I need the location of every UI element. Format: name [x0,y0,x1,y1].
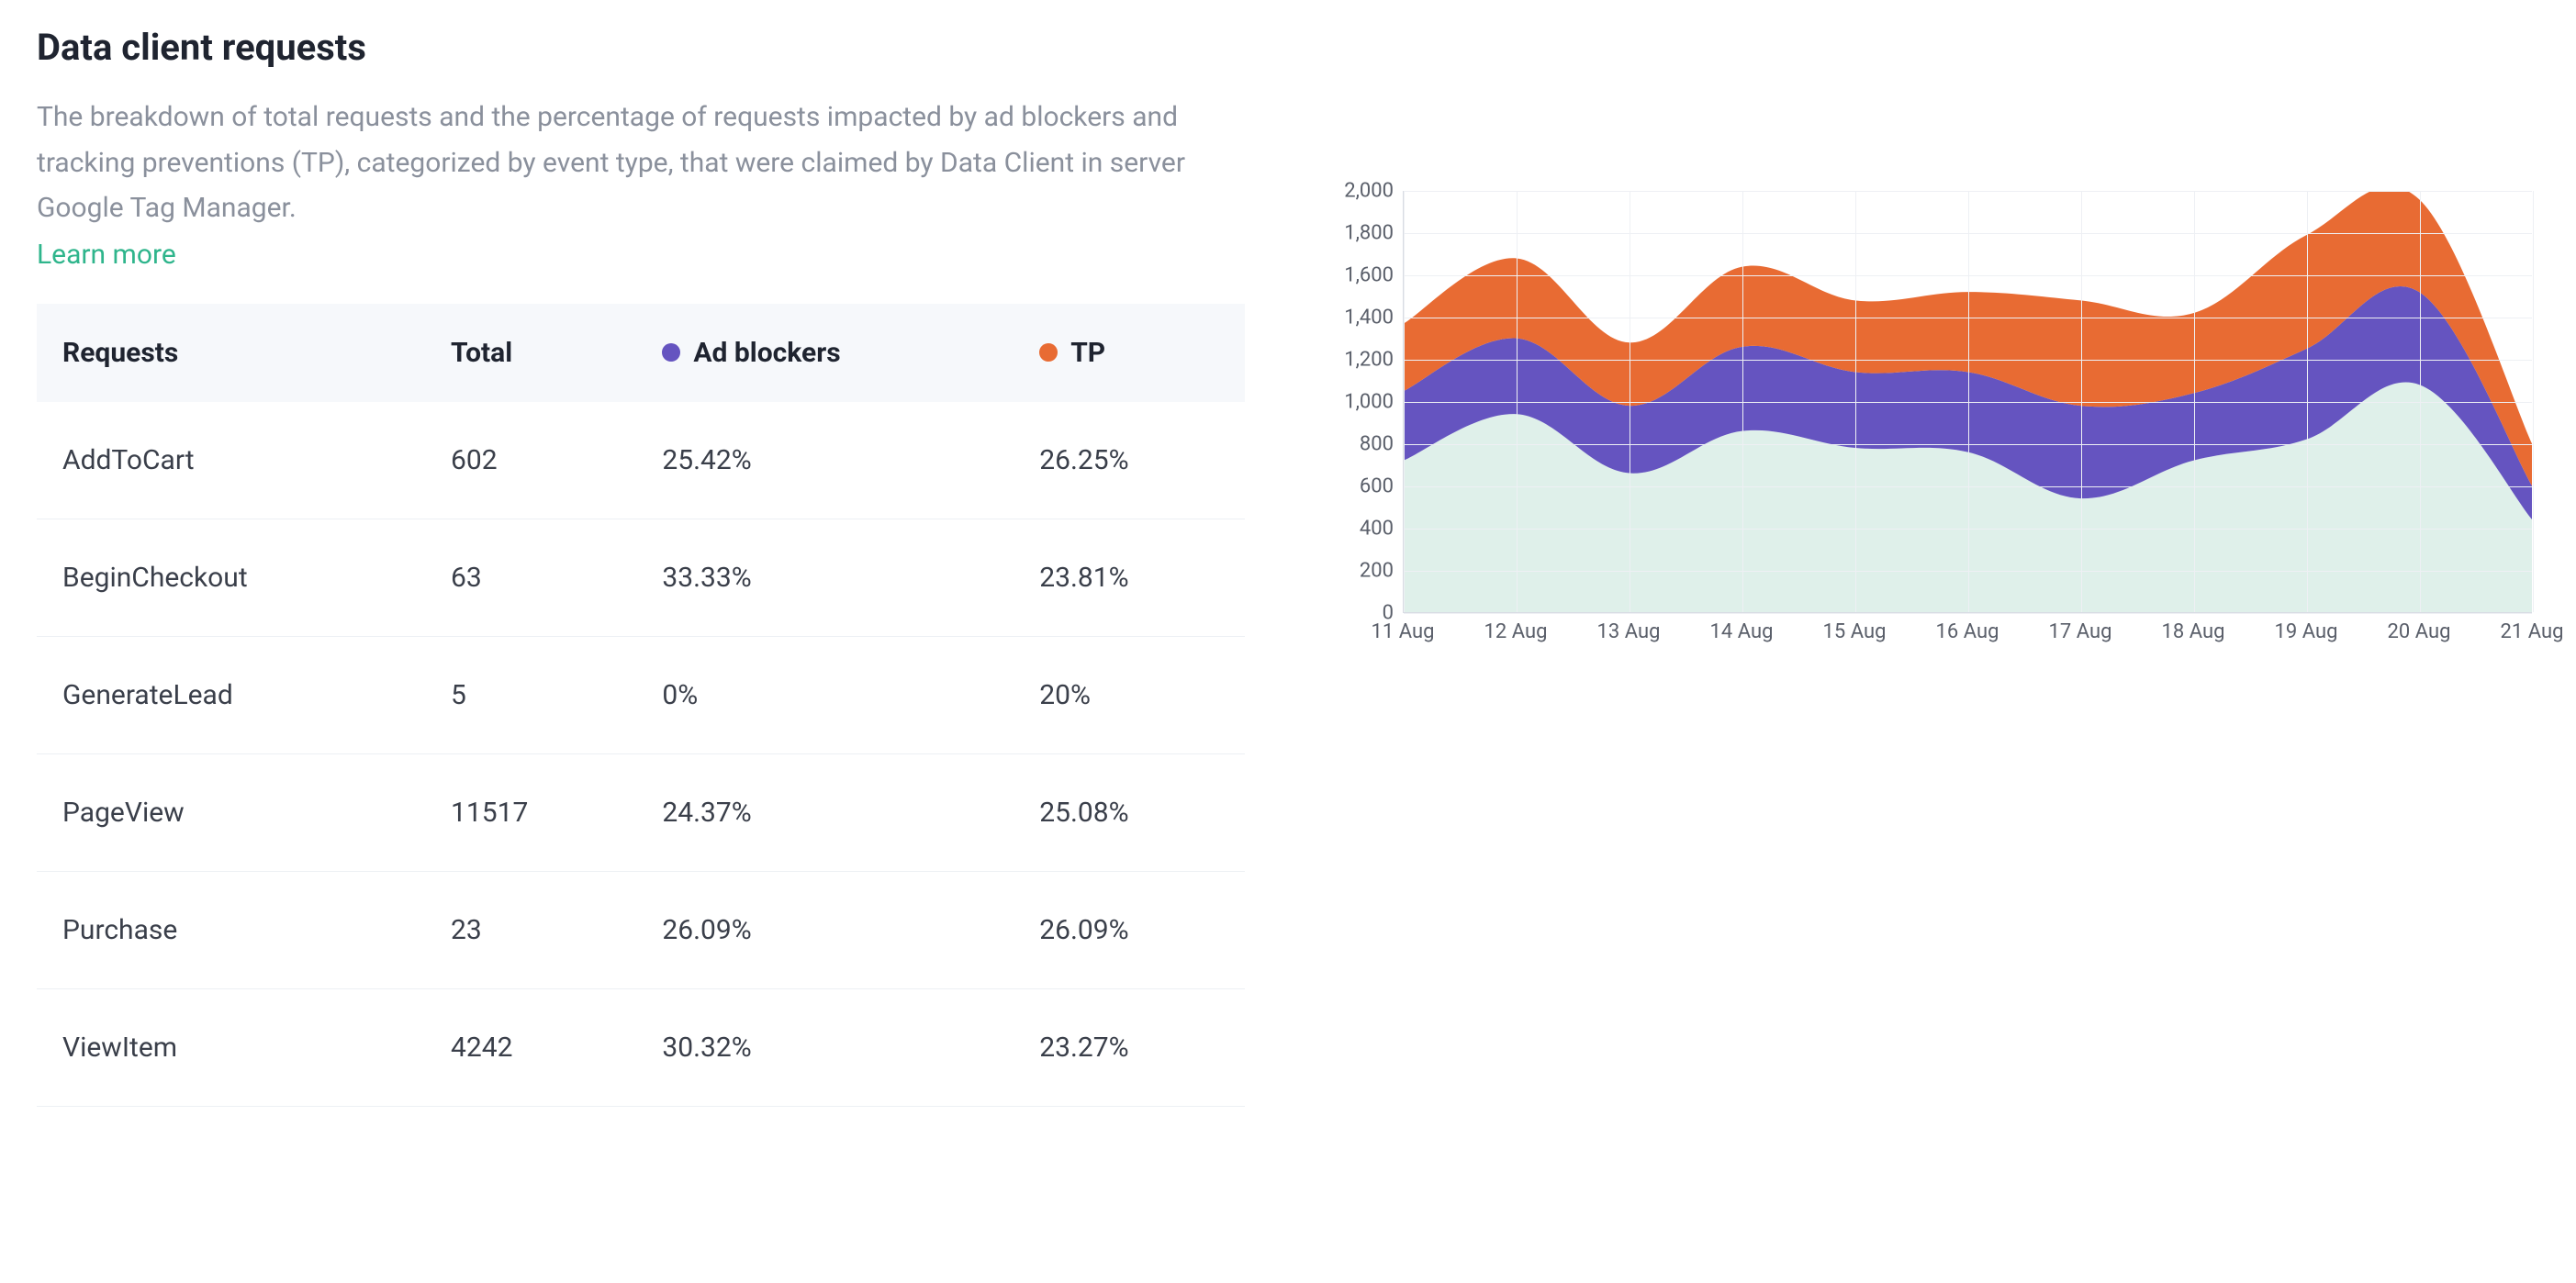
x-axis-tick: 21 Aug [2501,620,2564,643]
dot-icon [1039,343,1058,362]
requests-table: Requests Total Ad blockers TP AddToCart6… [37,304,1245,1107]
table-cell: PageView [37,753,425,871]
col-header-tp: TP [1014,304,1245,402]
table-cell: 25.42% [636,402,1014,519]
table-cell: GenerateLead [37,636,425,753]
table-cell: 26.09% [1014,871,1245,988]
table-cell: 11517 [425,753,636,871]
table-cell: 25.08% [1014,753,1245,871]
table-cell: 23.81% [1014,519,1245,636]
col-header-total: Total [425,304,636,402]
table-cell: ViewItem [37,988,425,1106]
table-cell: 5 [425,636,636,753]
y-axis-tick: 1,200 [1344,349,1394,372]
col-header-ad-blockers: Ad blockers [636,304,1014,402]
x-axis-tick: 16 Aug [1936,620,1999,643]
table-cell: 602 [425,402,636,519]
table-row: BeginCheckout6333.33%23.81% [37,519,1245,636]
y-axis-tick: 1,400 [1344,307,1394,329]
table-cell: 33.33% [636,519,1014,636]
col-header-requests: Requests [37,304,425,402]
table-cell: 24.37% [636,753,1014,871]
x-axis-tick: 19 Aug [2275,620,2338,643]
dot-icon [662,343,680,362]
y-axis-tick: 200 [1360,560,1394,583]
x-axis-tick: 15 Aug [1823,620,1887,643]
table-row: Purchase2326.09%26.09% [37,871,1245,988]
table-cell: 26.09% [636,871,1014,988]
col-header-tp-label: TP [1070,337,1105,369]
y-axis-tick: 2,000 [1344,180,1394,203]
table-header-row: Requests Total Ad blockers TP [37,304,1245,402]
table-row: GenerateLead50%20% [37,636,1245,753]
table-cell: 4242 [425,988,636,1106]
y-axis-tick: 800 [1360,433,1394,456]
y-axis-tick: 600 [1360,475,1394,498]
table-cell: 23 [425,871,636,988]
table-cell: Purchase [37,871,425,988]
x-axis-tick: 12 Aug [1484,620,1548,643]
y-axis-tick: 400 [1360,518,1394,541]
x-axis-tick: 13 Aug [1597,620,1661,643]
page-title: Data client requests [37,26,1245,69]
table-row: PageView1151724.37%25.08% [37,753,1245,871]
table-cell: 0% [636,636,1014,753]
learn-more-link[interactable]: Learn more [37,239,176,271]
table-cell: 20% [1014,636,1245,753]
y-axis-tick: 1,600 [1344,264,1394,287]
x-axis-tick: 14 Aug [1710,620,1774,643]
col-header-ad-blockers-label: Ad blockers [693,337,840,369]
table-cell: 23.27% [1014,988,1245,1106]
table-cell: 63 [425,519,636,636]
table-row: AddToCart60225.42%26.25% [37,402,1245,519]
y-axis-tick: 1,800 [1344,222,1394,245]
table-cell: 30.32% [636,988,1014,1106]
x-axis-tick: 18 Aug [2162,620,2225,643]
x-axis-tick: 17 Aug [2049,620,2112,643]
page-description: The breakdown of total requests and the … [37,95,1193,231]
x-axis-tick: 20 Aug [2388,620,2451,643]
y-axis-tick: 1,000 [1344,391,1394,414]
requests-area-chart: 02004006008001,0001,2001,4001,6001,8002,… [1318,191,2539,686]
table-row: ViewItem424230.32%23.27% [37,988,1245,1106]
table-cell: BeginCheckout [37,519,425,636]
x-axis-tick: 11 Aug [1372,620,1435,643]
table-cell: AddToCart [37,402,425,519]
table-cell: 26.25% [1014,402,1245,519]
